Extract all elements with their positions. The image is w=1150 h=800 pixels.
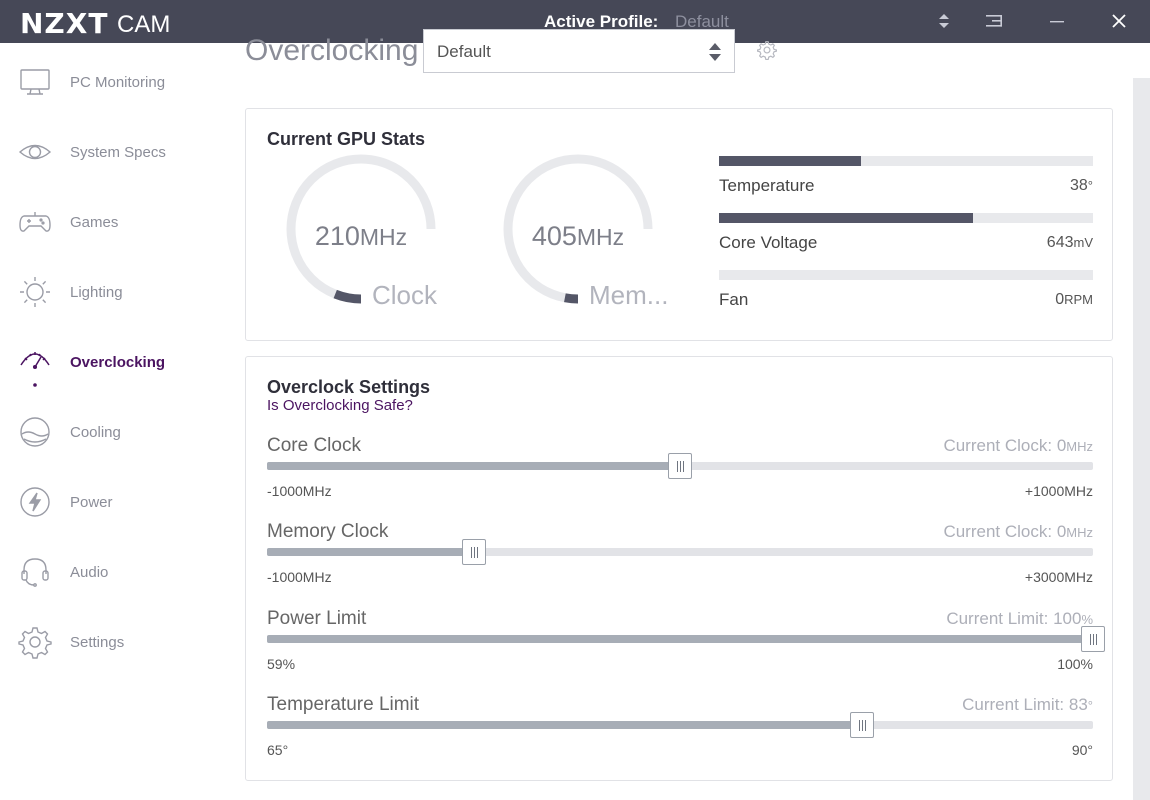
sidebar-item-label: Games [70, 214, 119, 231]
temperature-limit-fill [267, 721, 862, 729]
temperature-limit-max: 90° [1071, 742, 1093, 758]
power-limit-fill [267, 635, 1093, 643]
temperature-label: Temperature [719, 176, 815, 195]
sidebar-item-overclocking[interactable]: Overclocking [0, 343, 215, 387]
sidebar-item-label: Audio [70, 564, 109, 581]
power-limit-thumb[interactable] [1081, 626, 1105, 652]
core-voltage-label: Core Voltage [719, 233, 818, 252]
sidebar-item-settings[interactable]: Settings [0, 623, 215, 663]
app-logo-sub: CAM [117, 11, 171, 38]
sun-icon [18, 275, 52, 309]
app-logo: NZXT [20, 7, 109, 40]
overclocking-safe-link[interactable]: Is Overclocking Safe? [267, 397, 413, 414]
sidebar-item-label: PC Monitoring [70, 74, 166, 91]
core-clock-slider: Core Clock Current Clock: 0MHz -1000MHz … [267, 435, 1093, 505]
lightning-icon [18, 485, 52, 519]
gpu-stats-card: Current GPU Stats 210MHz Clock 405MHz Me… [245, 108, 1113, 341]
sidebar-item-cooling[interactable]: Cooling [0, 413, 215, 453]
sidebar-item-lighting[interactable]: Lighting [0, 273, 215, 313]
fan-bar [719, 270, 1093, 280]
scrollbar[interactable] [1133, 78, 1150, 800]
memory-clock-label: Memory Clock [267, 521, 389, 542]
memory-clock-fill [267, 548, 474, 556]
temperature-limit-current: Current Limit: 83° [962, 695, 1093, 714]
core-clock-max: +1000MHz [1024, 483, 1093, 499]
gamepad-icon [18, 205, 52, 239]
core-clock-track[interactable] [267, 453, 1093, 479]
core-clock-label: Core Clock [267, 435, 361, 456]
temperature-limit-thumb[interactable] [849, 712, 874, 738]
sidebar-item-label: Settings [70, 634, 125, 651]
headset-icon [18, 555, 52, 589]
fan-stat: Fan 0RPM [719, 270, 1093, 310]
clock-gauge: 210MHz Clock [286, 154, 456, 314]
speedometer-icon [18, 345, 52, 387]
clock-gauge-label: Clock [372, 280, 438, 310]
profile-select-value: Default [437, 42, 491, 61]
sidebar-item-label: Lighting [70, 284, 123, 301]
sidebar-item-system-specs[interactable]: System Specs [0, 133, 215, 173]
temperature-limit-min: 65° [267, 742, 289, 758]
temperature-limit-label: Temperature Limit [267, 694, 420, 715]
gpu-stats-title: Current GPU Stats [267, 129, 426, 149]
sidebar-item-label: Cooling [70, 424, 121, 441]
memory-clock-min: -1000MHz [267, 569, 332, 585]
minimize-icon[interactable] [1047, 11, 1067, 31]
core-clock-min: -1000MHz [267, 483, 332, 499]
sidebar-item-label: Power [70, 494, 113, 511]
core-clock-fill [267, 462, 680, 470]
power-limit-max: 100% [1057, 656, 1093, 672]
gear-icon [18, 625, 52, 659]
power-limit-label: Power Limit [267, 608, 367, 629]
temperature-stat: Temperature 38° [719, 156, 1093, 196]
sidebar: PC Monitoring System Specs Games Lightin… [0, 43, 215, 800]
profile-switch-icon[interactable] [934, 11, 954, 31]
overclock-settings-card: Overclock Settings Is Overclocking Safe?… [245, 356, 1113, 781]
memory-clock-current: Current Clock: 0MHz [943, 522, 1093, 541]
close-icon[interactable] [1109, 11, 1129, 31]
sidebar-item-pc-monitoring[interactable]: PC Monitoring [0, 63, 215, 103]
profile-settings-gear-icon[interactable] [757, 40, 777, 60]
temperature-limit-slider: Temperature Limit Current Limit: 83° 65°… [267, 694, 1093, 764]
power-limit-min: 59% [267, 656, 296, 672]
core-clock-current: Current Clock: 0MHz [943, 436, 1093, 455]
sidebar-item-label: System Specs [70, 144, 166, 161]
sidebar-item-audio[interactable]: Audio [0, 553, 215, 593]
core-voltage-bar-fill [719, 213, 974, 223]
monitor-icon [18, 65, 52, 99]
core-voltage-bar [719, 213, 1093, 223]
sidebar-item-games[interactable]: Games [0, 203, 215, 243]
core-voltage-stat: Core Voltage 643mV [719, 213, 1093, 253]
profile-select[interactable]: Default [423, 29, 735, 73]
temperature-bar [719, 156, 1093, 166]
core-clock-thumb[interactable] [668, 453, 692, 479]
memory-gauge-value: 405MHz [531, 221, 625, 251]
memory-clock-track[interactable] [267, 539, 1093, 565]
menu-icon[interactable] [984, 11, 1004, 31]
clock-gauge-value: 210MHz [314, 221, 408, 251]
select-arrows-icon [708, 42, 722, 62]
temperature-value: 38° [1070, 177, 1093, 194]
power-limit-track[interactable] [267, 626, 1105, 652]
memory-gauge: 405MHz Mem... [503, 154, 673, 314]
eye-icon [18, 135, 52, 169]
power-limit-current: Current Limit: 100% [946, 609, 1093, 628]
memory-clock-thumb[interactable] [461, 539, 486, 565]
overclock-settings-title: Overclock Settings [267, 377, 431, 397]
sidebar-item-power[interactable]: Power [0, 483, 215, 523]
memory-gauge-label: Mem... [589, 280, 669, 310]
page-title: Overclocking [245, 34, 419, 67]
cooling-icon [18, 415, 52, 449]
fan-label: Fan [719, 290, 749, 309]
memory-clock-slider: Memory Clock Current Clock: 0MHz -1000MH… [267, 521, 1093, 591]
sidebar-item-label: Overclocking [70, 354, 166, 371]
temperature-bar-fill [719, 156, 862, 166]
memory-clock-max: +3000MHz [1024, 569, 1093, 585]
core-voltage-value: 643mV [1046, 234, 1093, 251]
fan-value: 0RPM [1055, 291, 1093, 308]
power-limit-slider: Power Limit Current Limit: 100% 59% 100% [267, 608, 1105, 678]
temperature-limit-track[interactable] [267, 712, 1093, 738]
